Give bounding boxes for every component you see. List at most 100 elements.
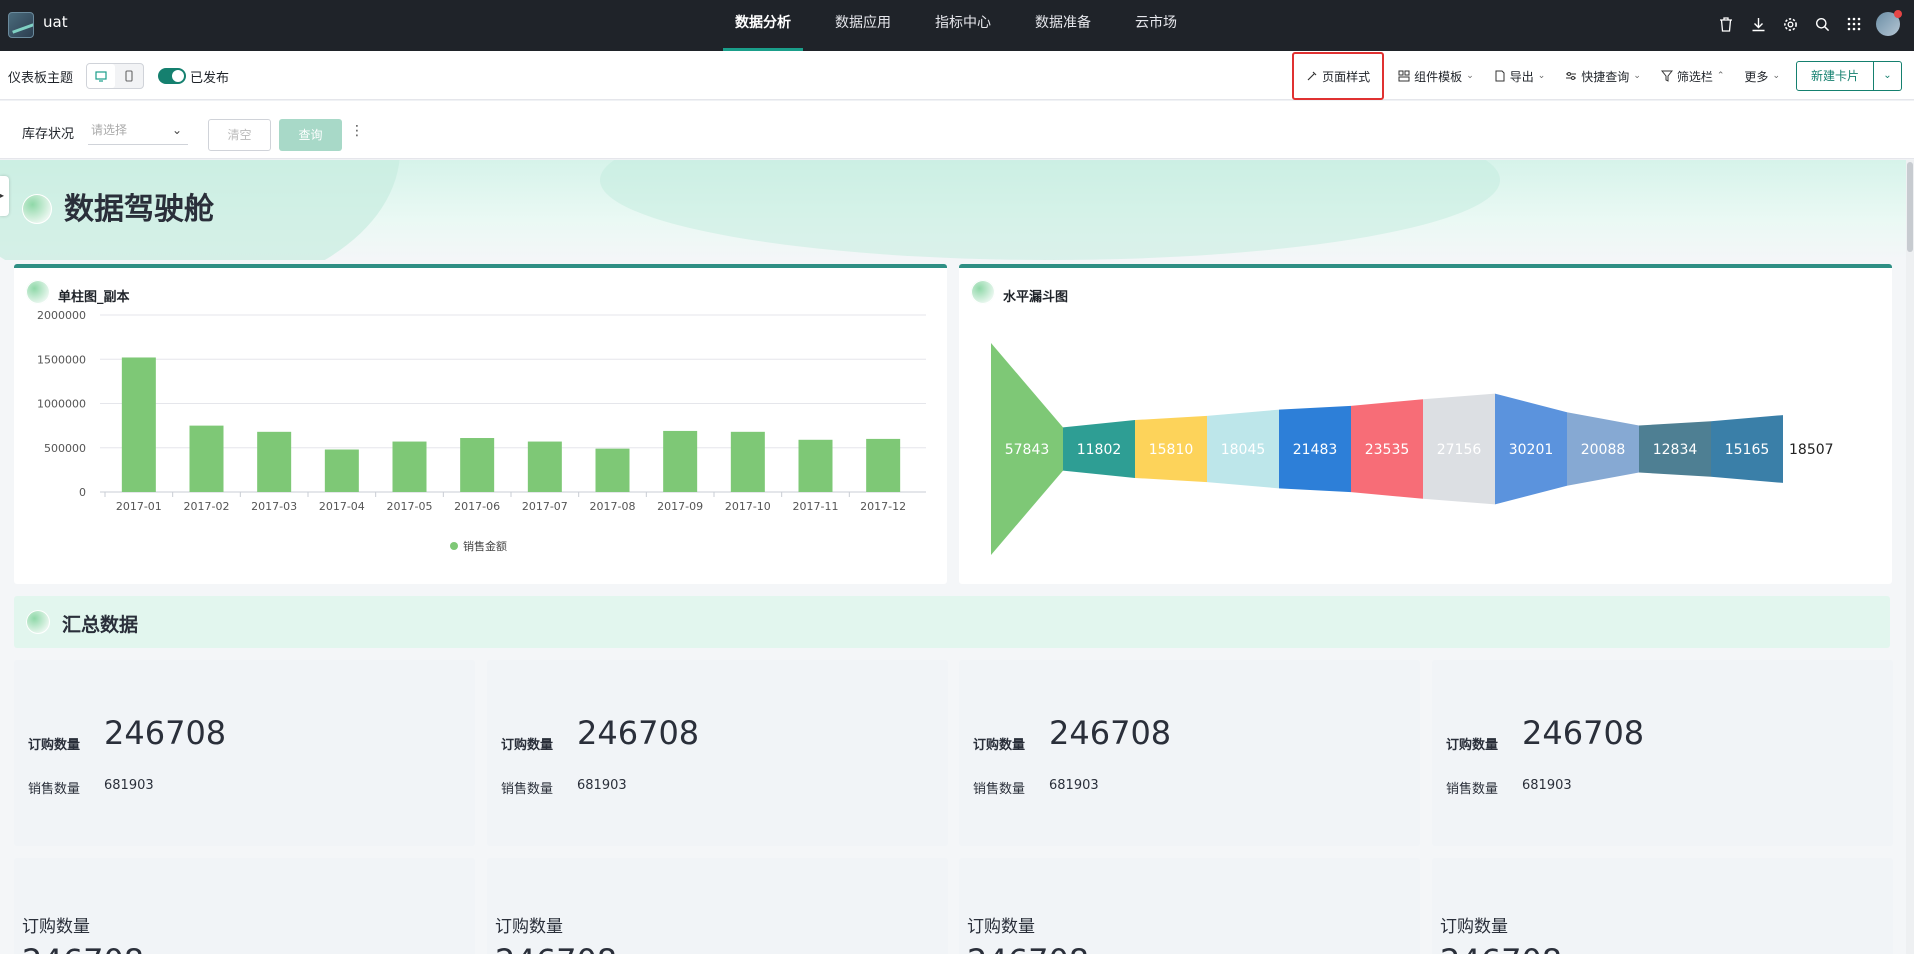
query-button[interactable]: 查询 xyxy=(279,119,342,151)
bar xyxy=(866,438,901,492)
order-qty-value: 246708 xyxy=(495,942,617,954)
bar-chart-card: 单柱图_副本 2000000 1500000 1000000 500000 0 2017-… xyxy=(14,264,947,584)
desktop-icon[interactable] xyxy=(87,64,115,88)
bar xyxy=(324,449,359,492)
dashboard-theme-label[interactable]: 仪表板主题 xyxy=(8,67,73,86)
kpi-card[interactable]: 订购数量 246708 销售数量 681903 xyxy=(959,660,1420,846)
order-qty-label: 订购数量 xyxy=(967,917,1035,937)
chevron-up-icon: ⌃ xyxy=(1716,71,1725,81)
x-tick-label: 2017-11 xyxy=(793,500,839,513)
new-card-group: 新建卡片 ⌄ xyxy=(1795,61,1902,91)
order-qty-label: 订购数量 xyxy=(973,738,1026,753)
vertical-scrollbar[interactable] xyxy=(1906,160,1914,954)
chevron-down-icon: ⌄ xyxy=(1772,71,1780,81)
chevron-down-icon: ⌄ xyxy=(171,123,182,137)
order-qty-value: 246708 xyxy=(22,942,144,954)
gear-icon[interactable] xyxy=(1780,14,1800,34)
more-label: 更多 xyxy=(1744,69,1769,84)
clear-button[interactable]: 清空 xyxy=(208,119,271,151)
user-avatar[interactable] xyxy=(1876,10,1902,36)
download-icon[interactable] xyxy=(1748,14,1768,34)
sales-qty-label: 销售数量 xyxy=(973,782,1026,797)
header-decoration xyxy=(600,160,1500,260)
dashboard-title: 数据驾驶舱 xyxy=(64,192,214,227)
device-switch xyxy=(86,63,144,89)
order-qty-label: 订购数量 xyxy=(28,738,81,753)
kpi-card[interactable]: 订购数量 246708 销售数量 681903 xyxy=(1432,660,1893,846)
sales-qty-label: 销售数量 xyxy=(28,782,81,797)
inventory-status-label: 库存状况 xyxy=(22,127,75,142)
mobile-icon[interactable] xyxy=(115,64,143,88)
page-style-button[interactable]: 页面样式 xyxy=(1292,52,1385,100)
bar-chart: 2000000 1500000 1000000 500000 0 2017-01 2017-… xyxy=(37,309,926,553)
funnel-value-label: 23535 xyxy=(1365,442,1410,458)
inventory-status-select[interactable]: 请选择 ⌄ xyxy=(88,115,188,145)
trash-icon[interactable] xyxy=(1716,14,1736,34)
component-template-label: 组件模板 xyxy=(1414,69,1463,84)
filter-bar-button[interactable]: 筛选栏 ⌃ xyxy=(1651,60,1735,92)
component-template-button[interactable]: 组件模板 ⌄ xyxy=(1388,60,1484,92)
export-button[interactable]: 导出 ⌄ xyxy=(1484,60,1556,92)
new-card-button[interactable]: 新建卡片 xyxy=(1795,61,1874,91)
sliders-icon xyxy=(1566,72,1577,80)
kpi-card[interactable]: 订购数量 246708 xyxy=(14,858,475,954)
apps-grid-icon[interactable] xyxy=(1844,14,1864,34)
sidebar-expand-handle[interactable]: ▸ xyxy=(0,176,9,216)
order-qty-label: 订购数量 xyxy=(1446,738,1499,753)
nav-item-cloud-market[interactable]: 云市场 xyxy=(1123,0,1189,51)
funnel-value-label: 11802 xyxy=(1077,442,1122,458)
quick-query-label: 快捷查询 xyxy=(1581,69,1630,84)
x-tick-label: 2017-07 xyxy=(522,500,568,513)
kpi-card[interactable]: 订购数量 246708 xyxy=(487,858,948,954)
app-logo[interactable] xyxy=(8,12,34,38)
funnel-value-label: 18045 xyxy=(1221,442,1266,458)
order-qty-value: 246708 xyxy=(1522,714,1645,752)
export-icon xyxy=(1495,70,1505,82)
x-tick-label: 2017-08 xyxy=(590,500,636,513)
x-tick-label: 2017-10 xyxy=(725,500,771,513)
new-card-dropdown-icon[interactable]: ⌄ xyxy=(1874,61,1902,91)
bar xyxy=(798,439,833,492)
scrollbar-thumb[interactable] xyxy=(1907,162,1913,252)
x-tick-label: 2017-12 xyxy=(860,500,906,513)
kpi-card[interactable]: 订购数量 246708 销售数量 681903 xyxy=(487,660,948,846)
more-button[interactable]: 更多 ⌄ xyxy=(1734,60,1790,92)
app-name[interactable]: uat xyxy=(43,13,68,31)
publish-toggle[interactable] xyxy=(158,68,186,84)
kpi-card[interactable]: 订购数量 246708 xyxy=(1432,858,1893,954)
y-tick-label: 1500000 xyxy=(37,353,86,366)
x-tick-label: 2017-05 xyxy=(387,500,433,513)
sales-qty-value: 681903 xyxy=(1049,778,1099,793)
bar xyxy=(121,357,156,492)
nav-item-data-analysis[interactable]: 数据分析 xyxy=(723,0,803,51)
top-right-icons xyxy=(1716,10,1902,36)
x-tick-label: 2017-09 xyxy=(657,500,703,513)
dashboard-canvas: 数据驾驶舱 ▸ 单柱图_副本 2000000 1500000 1000000 5000… xyxy=(0,160,1914,954)
top-navigation-bar: uat 数据分析 数据应用 指标中心 数据准备 云市场 xyxy=(0,0,1914,51)
search-icon[interactable] xyxy=(1812,14,1832,34)
y-tick-label: 0 xyxy=(79,486,86,499)
filter-bar: 库存状况 请选择 ⌄ 清空 查询 ⋮ xyxy=(0,101,1914,159)
y-tick-label: 500000 xyxy=(44,442,86,455)
kpi-card[interactable]: 订购数量 246708 销售数量 681903 xyxy=(14,660,475,846)
filter-icon xyxy=(1660,70,1673,82)
published-label: 已发布 xyxy=(190,71,230,86)
funnel-chart-card: 水平漏斗图 57843 11802 15810 18045 21483 23535 2715… xyxy=(959,264,1892,584)
legend-label: 销售金额 xyxy=(463,539,507,553)
order-qty-value: 246708 xyxy=(577,714,700,752)
order-qty-label: 订购数量 xyxy=(1440,917,1508,937)
nav-item-data-prep[interactable]: 数据准备 xyxy=(1023,0,1103,51)
dashboard-header: 数据驾驶舱 xyxy=(0,160,1914,260)
nav-item-data-app[interactable]: 数据应用 xyxy=(823,0,903,51)
bar xyxy=(189,425,224,492)
kpi-card[interactable]: 订购数量 246708 xyxy=(959,858,1420,954)
order-qty-label: 订购数量 xyxy=(495,917,563,937)
nav-item-metric-center[interactable]: 指标中心 xyxy=(923,0,1003,51)
main-nav: 数据分析 数据应用 指标中心 数据准备 云市场 xyxy=(723,0,1209,51)
more-vertical-icon[interactable]: ⋮ xyxy=(350,123,364,139)
chevron-down-icon: ⌄ xyxy=(1537,71,1546,81)
bar xyxy=(392,441,427,492)
title-dot-icon xyxy=(22,194,52,224)
quick-query-button[interactable]: 快捷查询 ⌄ xyxy=(1555,60,1651,92)
sales-qty-label: 销售数量 xyxy=(1446,782,1499,797)
